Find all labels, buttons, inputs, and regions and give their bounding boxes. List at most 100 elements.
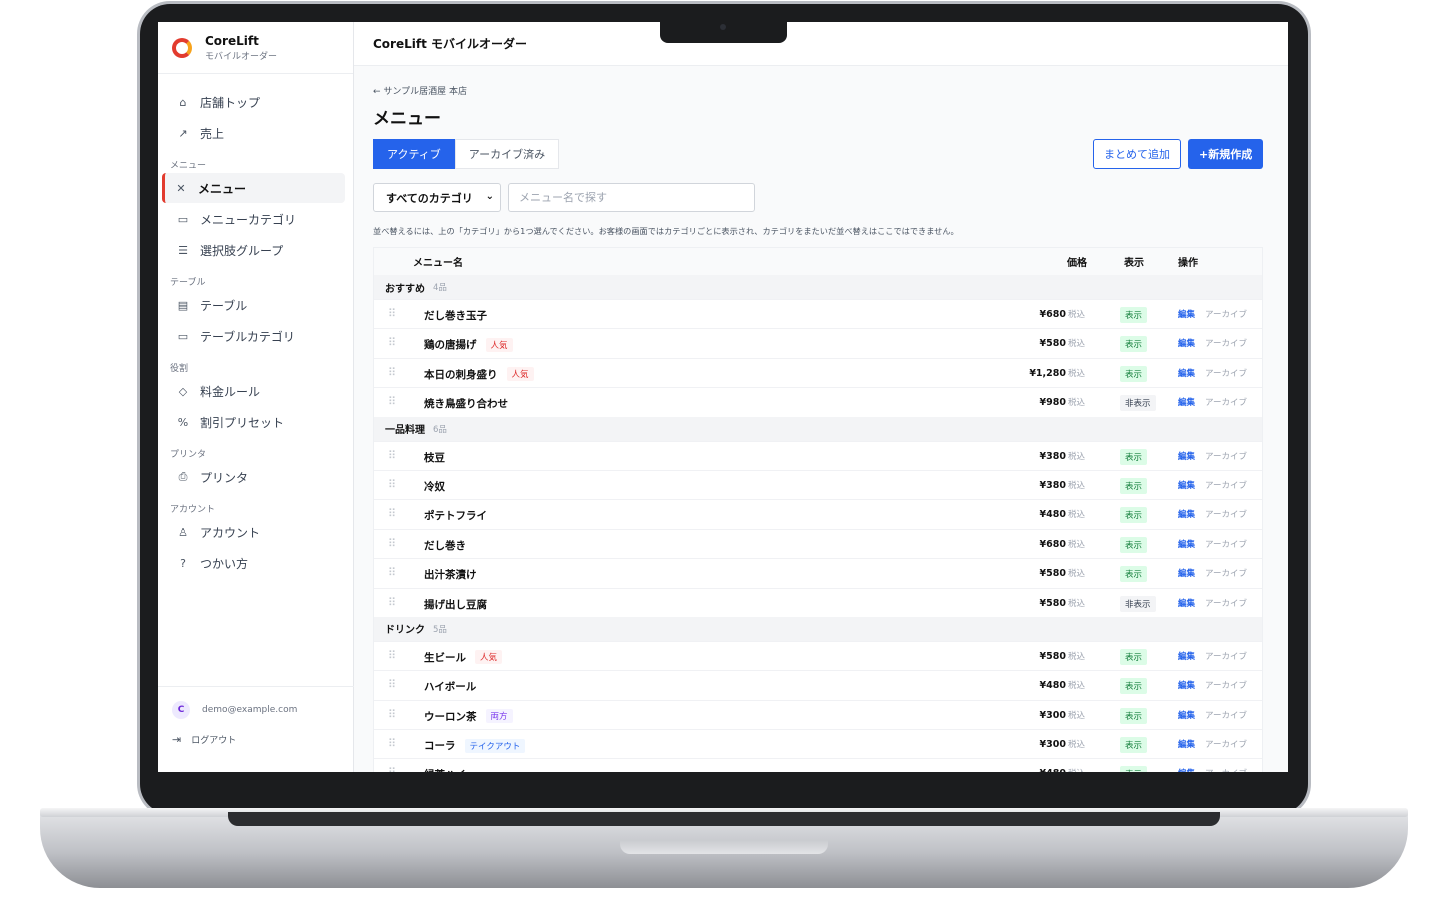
- menu-item-name-cell: 鶏の唐揚げ 人気: [424, 337, 513, 352]
- tax-included-label: 税込: [1067, 368, 1085, 379]
- archive-link[interactable]: アーカイブ: [1205, 767, 1247, 772]
- menu-item-name-cell: だし巻き玉子: [424, 308, 487, 323]
- edit-link[interactable]: 編集: [1178, 597, 1195, 609]
- sidebar-item-store-top[interactable]: ⌂ 店舗トップ: [162, 87, 345, 117]
- drag-handle-icon[interactable]: ⠿: [388, 307, 396, 320]
- status-badge[interactable]: 表示: [1120, 566, 1148, 583]
- percent-icon: %: [177, 415, 189, 429]
- drag-handle-icon[interactable]: ⠿: [388, 366, 396, 379]
- column-name: メニュー名: [413, 258, 463, 269]
- edit-link[interactable]: 編集: [1178, 337, 1195, 349]
- drag-handle-icon[interactable]: ⠿: [388, 537, 396, 550]
- status-badge[interactable]: 非表示: [1120, 595, 1156, 612]
- archive-link[interactable]: アーカイブ: [1205, 308, 1247, 320]
- sidebar-item-account[interactable]: ♙ アカウント: [162, 517, 345, 547]
- menu-item-price-cell: ¥480税込: [1040, 767, 1085, 772]
- sidebar-item-printer[interactable]: ⎙ プリンタ: [162, 462, 345, 492]
- drag-handle-icon[interactable]: ⠿: [388, 507, 396, 520]
- archive-link[interactable]: アーカイブ: [1205, 508, 1247, 520]
- status-badge[interactable]: 表示: [1120, 678, 1148, 695]
- avatar: C: [172, 701, 190, 719]
- edit-link[interactable]: 編集: [1178, 567, 1195, 579]
- drag-handle-icon[interactable]: ⠿: [388, 395, 396, 408]
- status-badge[interactable]: 表示: [1120, 507, 1148, 524]
- bulk-add-button[interactable]: まとめて追加: [1093, 139, 1181, 169]
- menu-item-name: 鶏の唐揚げ: [424, 339, 477, 352]
- logout-button[interactable]: ⇥ ログアウト: [158, 719, 354, 746]
- table-row: ⠿ 鶏の唐揚げ 人気 ¥580 税込 表示 編集 アーカイブ: [374, 328, 1262, 357]
- archive-link[interactable]: アーカイブ: [1205, 367, 1247, 379]
- drag-handle-icon[interactable]: ⠿: [388, 336, 396, 349]
- drag-handle-icon[interactable]: ⠿: [388, 708, 396, 721]
- menu-item-price-cell: ¥580 税込: [1040, 597, 1085, 609]
- status-badge[interactable]: 表示: [1120, 737, 1148, 754]
- user-icon: ♙: [178, 525, 188, 539]
- drag-handle-icon[interactable]: ⠿: [388, 596, 396, 609]
- edit-link[interactable]: 編集: [1178, 679, 1195, 691]
- menu-item-name: 焼き鳥盛り合わせ: [424, 398, 508, 411]
- edit-link[interactable]: 編集: [1178, 709, 1195, 721]
- tab-active[interactable]: アクティブ: [373, 139, 455, 169]
- edit-link[interactable]: 編集: [1178, 308, 1195, 320]
- edit-link[interactable]: 編集: [1178, 479, 1195, 491]
- archive-link[interactable]: アーカイブ: [1205, 337, 1247, 349]
- header-title: CoreLift モバイルオーダー: [354, 22, 1288, 66]
- sidebar-item-option-groups[interactable]: ☰ 選択肢グループ: [162, 235, 345, 265]
- edit-link[interactable]: 編集: [1178, 508, 1195, 520]
- menu-table: メニュー名 価格 表示 操作 おすすめ 4品 ⠿ だし巻き玉子 ¥680 税込 表示 編集 アー…: [373, 247, 1263, 772]
- sidebar-item-label: テーブルカテゴリ: [200, 329, 295, 344]
- archive-link[interactable]: アーカイブ: [1205, 567, 1247, 579]
- sidebar-item-menu[interactable]: ✕ メニュー: [162, 173, 345, 203]
- archive-link[interactable]: アーカイブ: [1205, 679, 1247, 691]
- edit-link[interactable]: 編集: [1178, 396, 1195, 408]
- sidebar-item-help[interactable]: ? つかい方: [162, 548, 345, 578]
- status-badge[interactable]: 表示: [1120, 536, 1148, 553]
- status-badge[interactable]: 表示: [1120, 477, 1148, 494]
- new-item-button[interactable]: +新規作成: [1188, 139, 1264, 169]
- account-email: demo@example.com: [202, 705, 298, 715]
- edit-link[interactable]: 編集: [1178, 738, 1195, 750]
- drag-handle-icon[interactable]: ⠿: [388, 737, 396, 750]
- sidebar-item-pricing-rules[interactable]: ◇ 料金ルール: [162, 376, 345, 406]
- status-badge[interactable]: 表示: [1120, 648, 1148, 665]
- archive-link[interactable]: アーカイブ: [1205, 738, 1247, 750]
- archive-link[interactable]: アーカイブ: [1205, 450, 1247, 462]
- drag-handle-icon[interactable]: ⠿: [388, 649, 396, 662]
- sort-note: 並べ替えるには、上の「カテゴリ」から1つ選んでください。お客様の画面ではカテゴリ…: [373, 226, 959, 236]
- edit-link[interactable]: 編集: [1178, 650, 1195, 662]
- menu-item-price-cell: ¥1,280 税込: [1029, 367, 1085, 379]
- drag-handle-icon[interactable]: ⠿: [388, 449, 396, 462]
- drag-handle-icon[interactable]: ⠿: [388, 678, 396, 691]
- breadcrumb[interactable]: ← サンプル居酒屋 本店: [373, 84, 467, 97]
- menu-item-name: 揚げ出し豆腐: [424, 598, 487, 611]
- sidebar-item-tables[interactable]: ▤ テーブル: [162, 290, 345, 320]
- archive-link[interactable]: アーカイブ: [1205, 538, 1247, 550]
- status-badge[interactable]: 表示: [1120, 336, 1148, 353]
- drag-handle-icon[interactable]: ⠿: [388, 566, 396, 579]
- edit-link[interactable]: 編集: [1178, 450, 1195, 462]
- status-badge[interactable]: 表示: [1120, 365, 1148, 382]
- edit-link[interactable]: 編集: [1178, 538, 1195, 550]
- drag-handle-icon[interactable]: ⠿: [388, 478, 396, 491]
- drag-handle-icon[interactable]: ⠿: [388, 766, 396, 772]
- sidebar-item-menu-category[interactable]: ▭ メニューカテゴリ: [162, 204, 345, 234]
- edit-link[interactable]: 編集: [1178, 367, 1195, 379]
- archive-link[interactable]: アーカイブ: [1205, 709, 1247, 721]
- sidebar-item-table-category[interactable]: ▭ テーブルカテゴリ: [162, 321, 345, 351]
- sidebar-item-discount-presets[interactable]: % 割引プリセット: [162, 407, 345, 437]
- status-badge[interactable]: 表示: [1120, 448, 1148, 465]
- status-badge[interactable]: 表示: [1120, 766, 1148, 772]
- tab-archived[interactable]: アーカイブ済み: [454, 139, 560, 169]
- status-badge[interactable]: 非表示: [1120, 395, 1156, 412]
- status-badge[interactable]: 表示: [1120, 307, 1148, 323]
- status-badge[interactable]: 表示: [1120, 707, 1148, 724]
- edit-link[interactable]: 編集: [1178, 767, 1195, 772]
- archive-link[interactable]: アーカイブ: [1205, 396, 1247, 408]
- search-input[interactable]: [508, 183, 755, 212]
- category-select[interactable]: すべてのカテゴリ ⌄: [373, 183, 501, 212]
- category-group-count: 6品: [433, 424, 447, 435]
- archive-link[interactable]: アーカイブ: [1205, 597, 1247, 609]
- archive-link[interactable]: アーカイブ: [1205, 479, 1247, 491]
- sidebar-item-sales[interactable]: ↗ 売上: [162, 118, 345, 148]
- archive-link[interactable]: アーカイブ: [1205, 650, 1247, 662]
